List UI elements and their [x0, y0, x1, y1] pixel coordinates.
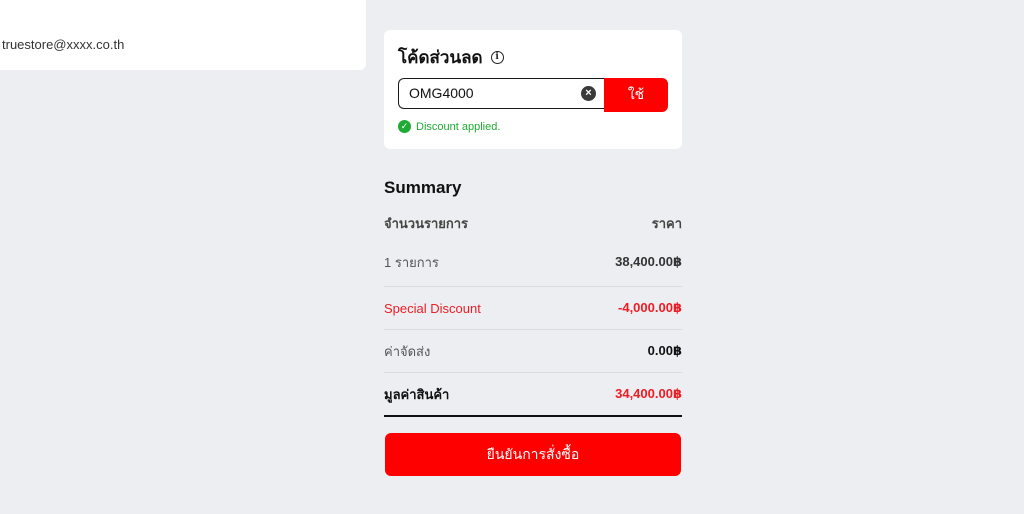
account-card: truestore@xxxx.co.th [0, 0, 366, 70]
coupon-title: โค้ดส่วนลด [398, 48, 483, 67]
order-summary: Summary จำนวนรายการ ราคา 1 รายการ 38,400… [384, 178, 682, 417]
clear-icon[interactable]: × [581, 86, 596, 101]
summary-header-row: จำนวนรายการ ราคา [384, 208, 682, 238]
coupon-code-field[interactable]: × [398, 78, 604, 109]
coupon-status: ✓ Discount applied. [398, 120, 500, 133]
summary-row-value: 0.00฿ [647, 343, 682, 358]
info-icon[interactable]: i [490, 51, 504, 64]
coupon-status-text: Discount applied. [416, 120, 501, 133]
summary-title: Summary [384, 178, 462, 197]
summary-header-value: ราคา [651, 215, 682, 231]
summary-row-label: Special Discount [384, 300, 481, 316]
summary-row-discount: Special Discount -4,000.00฿ [384, 287, 682, 330]
check-circle-icon: ✓ [398, 120, 411, 133]
coupon-header: โค้ดส่วนลด i [398, 44, 504, 71]
summary-row-label: ค่าจัดส่ง [384, 343, 431, 359]
confirm-order-button[interactable]: ยืนยันการสั่งซื้อ [385, 433, 681, 476]
summary-row-shipping: ค่าจัดส่ง 0.00฿ [384, 330, 682, 373]
coupon-card: โค้ดส่วนลด i × ใช้ ✓ Discount applied. [384, 30, 682, 149]
summary-total-value: 34,400.00฿ [615, 386, 682, 401]
apply-coupon-button[interactable]: ใช้ [604, 78, 668, 112]
summary-row-items: 1 รายการ 38,400.00฿ [384, 238, 682, 287]
account-email: truestore@xxxx.co.th [2, 37, 125, 52]
summary-row-label: 1 รายการ [384, 254, 439, 270]
summary-total-label: มูลค่าสินค้า [384, 386, 450, 402]
summary-row-value: 38,400.00฿ [615, 254, 682, 269]
coupon-code-input[interactable] [409, 79, 569, 107]
summary-header-label: จำนวนรายการ [384, 215, 469, 231]
summary-total-row: มูลค่าสินค้า 34,400.00฿ [384, 373, 682, 417]
summary-row-value: -4,000.00฿ [618, 300, 682, 315]
